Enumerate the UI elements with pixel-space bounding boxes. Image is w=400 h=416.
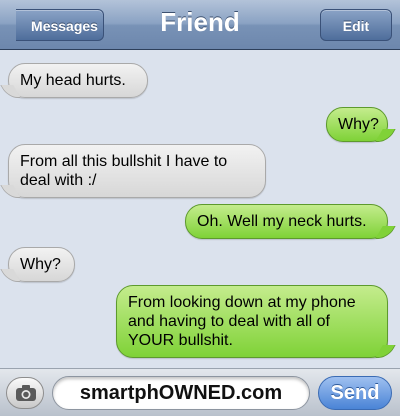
received-message: Why? [8, 247, 75, 282]
sent-message: Why? [326, 107, 388, 142]
received-message: My head hurts. [8, 63, 148, 98]
message-thread[interactable]: My head hurts. Why? From all this bullsh… [0, 51, 400, 368]
camera-button[interactable] [6, 377, 44, 409]
camera-icon [16, 385, 36, 401]
navigation-bar: Messages Friend Edit [0, 0, 400, 50]
sent-message: From looking down at my phone and having… [116, 285, 388, 358]
sent-message: Oh. Well my neck hurts. [185, 204, 388, 239]
message-input[interactable]: smartphOWNED.com [52, 376, 310, 410]
received-message: From all this bullshit I have to deal wi… [8, 144, 266, 198]
send-button[interactable]: Send [318, 376, 392, 410]
message-composer: smartphOWNED.com Send [0, 368, 400, 416]
edit-button[interactable]: Edit [320, 9, 392, 41]
